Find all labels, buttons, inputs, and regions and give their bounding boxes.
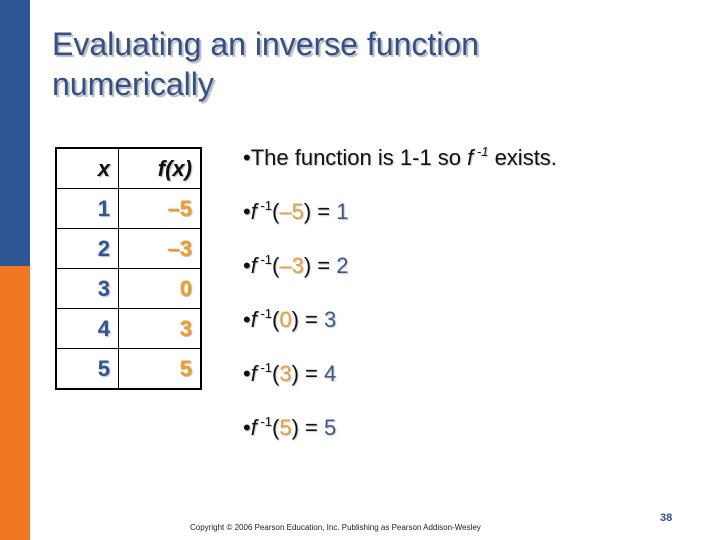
bullet-evaluation: •f -1(–3) = 2 [243,244,703,298]
table-header-row: x f(x) [55,147,202,189]
bullet-list: •The function is 1-1 so f -1 exists. •f … [243,136,703,460]
input-value: –3 [279,253,304,278]
cell-fx: 5 [118,348,202,390]
accent-bar-blue [0,0,30,266]
table-row: 5 5 [55,348,202,390]
cell-fx: 3 [118,308,202,349]
cell-x: 3 [55,268,119,309]
input-value: 0 [279,307,292,332]
close-paren-equals: ) = [303,253,337,278]
slide-title-line-2: numerically [52,66,214,102]
inverse-exponent: -1 [473,144,489,159]
cell-x: 2 [55,228,119,269]
page-number: 38 [660,512,673,524]
bullet-marker: • [243,145,251,170]
table-row: 4 3 [55,308,202,349]
cell-fx: 0 [118,268,202,309]
bullet-evaluation: •f -1(3) = 4 [243,352,703,406]
header-x: x [55,147,119,189]
bullet-marker: • [243,415,251,440]
output-value: 1 [336,199,349,224]
cell-fx: –3 [118,228,202,269]
output-value: 3 [323,307,337,332]
inverse-exponent: -1 [256,198,272,213]
header-fx: f(x) [118,147,202,189]
bullet-marker: • [243,199,251,224]
cell-x: 5 [55,348,119,390]
cell-fx: –5 [118,188,202,229]
bullet-intro: •The function is 1-1 so f -1 exists. [243,136,703,190]
bullet-marker: • [243,307,251,332]
copyright-notice: Copyright © 2006 Pearson Education, Inc.… [190,523,481,532]
inverse-exponent: -1 [256,252,272,267]
table-row: 1 –5 [55,188,202,229]
function-table: x f(x) 1 –5 2 –3 3 0 4 3 5 5 [55,147,202,390]
slide-title: Evaluating an inverse function numerical… [52,24,692,104]
table-row: 2 –3 [55,228,202,269]
bullet-marker: • [243,253,251,278]
output-value: 5 [323,415,337,440]
output-value: 2 [336,253,349,278]
output-value: 4 [323,361,337,386]
close-paren-equals: ) = [303,199,337,224]
bullet-evaluation: •f -1(5) = 5 [243,406,703,460]
cell-x: 1 [55,188,119,229]
close-paren-equals: ) = [291,307,324,332]
bullet-evaluation: •f -1(–5) = 1 [243,190,703,244]
input-value: 5 [279,415,292,440]
inverse-exponent: -1 [256,306,272,321]
inverse-exponent: -1 [256,414,272,429]
input-value: –5 [279,199,304,224]
close-paren-equals: ) = [291,361,324,386]
close-paren-equals: ) = [291,415,324,440]
bullet-text: The function is 1-1 so [250,145,468,170]
cell-x: 4 [55,308,119,349]
bullet-marker: • [243,361,251,386]
bullet-text-end: exists. [488,145,557,170]
slide-title-line-1: Evaluating an inverse function [52,26,479,62]
accent-bar-orange [0,266,30,540]
bullet-evaluation: •f -1(0) = 3 [243,298,703,352]
inverse-exponent: -1 [256,360,272,375]
input-value: 3 [279,361,292,386]
table-row: 3 0 [55,268,202,309]
